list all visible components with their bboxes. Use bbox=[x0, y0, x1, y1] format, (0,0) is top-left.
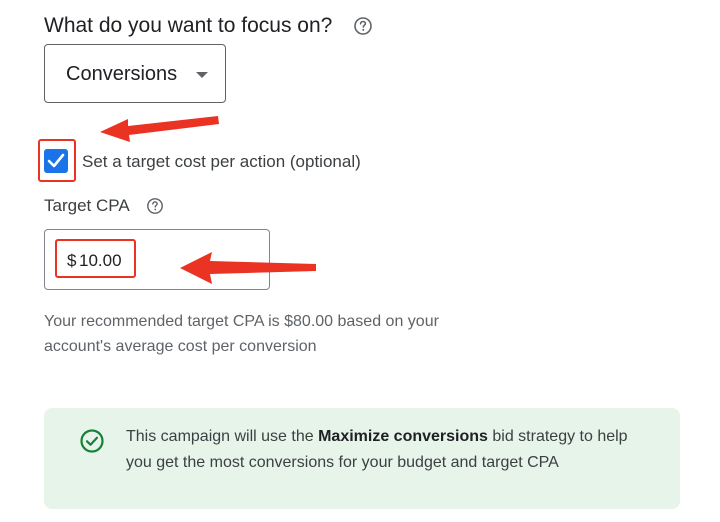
focus-dropdown[interactable]: Conversions bbox=[44, 44, 226, 103]
help-circle-icon[interactable] bbox=[353, 16, 373, 36]
annotation-highlight-checkbox bbox=[38, 139, 76, 182]
target-cpa-checkbox[interactable] bbox=[44, 149, 68, 173]
info-text-before: This campaign will use the bbox=[126, 428, 319, 445]
checkmark-icon bbox=[47, 153, 65, 168]
focus-dropdown-value: Conversions bbox=[66, 63, 178, 85]
caret-down-icon bbox=[196, 72, 208, 78]
check-circle-icon bbox=[80, 429, 104, 453]
cpa-recommendation-line-1: Your recommended target CPA is $80.00 ba… bbox=[44, 313, 439, 330]
annotation-arrow-dropdown bbox=[100, 116, 219, 142]
cpa-recommendation-line-2: account's average cost per conversion bbox=[44, 338, 317, 355]
focus-question-title: What do you want to focus on? bbox=[44, 14, 333, 37]
bid-strategy-info-text: This campaign will use the Maximize conv… bbox=[126, 424, 656, 476]
target-cpa-checkbox-label[interactable]: Set a target cost per action (optional) bbox=[82, 151, 361, 173]
bid-strategy-panel: What do you want to focus on? Conversion… bbox=[0, 0, 720, 522]
bid-strategy-info-banner: This campaign will use the Maximize conv… bbox=[44, 408, 680, 509]
annotation-arrow-cpa bbox=[180, 252, 316, 284]
bid-strategy-name: Maximize conversions bbox=[318, 428, 488, 445]
help-circle-icon[interactable] bbox=[146, 197, 164, 215]
currency-symbol: $ bbox=[67, 251, 77, 270]
cpa-recommendation-text: Your recommended target CPA is $80.00 ba… bbox=[44, 309, 524, 359]
target-cpa-value[interactable]: 10.00 bbox=[79, 250, 122, 272]
target-cpa-label: Target CPA bbox=[44, 196, 130, 215]
